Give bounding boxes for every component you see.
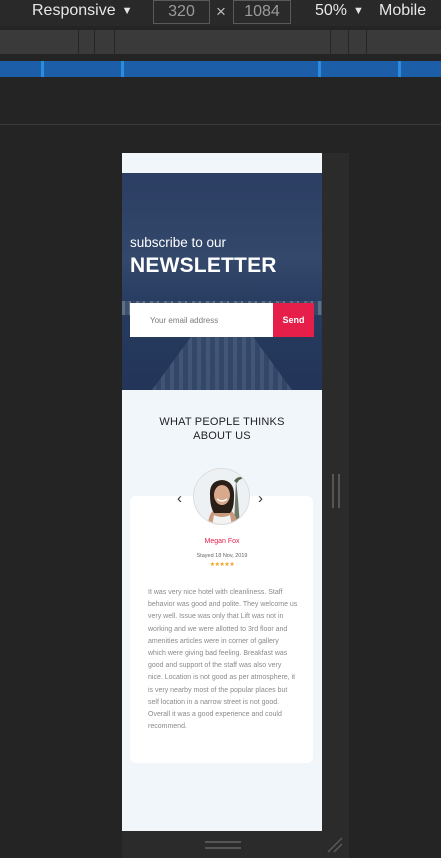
- stay-date: Stayed 18 Nov, 2019: [196, 553, 248, 559]
- media-query-marker[interactable]: [121, 61, 124, 77]
- device-mode-label: Responsive: [32, 2, 116, 19]
- resize-handle-bottom[interactable]: [205, 841, 241, 849]
- avatar: [193, 468, 250, 525]
- device-viewport: subscribe to our NEWSLETTER Send WHAT PE…: [122, 153, 322, 831]
- email-input[interactable]: [130, 303, 274, 337]
- width-input[interactable]: 320: [153, 0, 210, 24]
- ruler-segment: [348, 30, 349, 54]
- ruler-segment: [366, 30, 367, 54]
- chevron-left-icon[interactable]: ‹: [177, 490, 182, 507]
- newsletter-section: subscribe to our NEWSLETTER Send: [122, 173, 322, 390]
- resize-handle-right[interactable]: [332, 474, 340, 508]
- height-input[interactable]: 1084: [233, 0, 291, 24]
- send-button[interactable]: Send: [273, 303, 314, 337]
- ruler-segment: [330, 30, 331, 54]
- times-icon: ×: [216, 2, 226, 21]
- review-text: It was very nice hotel with cleanliness.…: [148, 589, 298, 731]
- newsletter-title: NEWSLETTER: [130, 254, 277, 277]
- zoom-label: 50%: [315, 2, 348, 19]
- ruler-segment: [78, 30, 79, 54]
- media-query-bar[interactable]: [0, 61, 441, 77]
- resize-corner-icon[interactable]: [326, 836, 344, 854]
- throttle-label: Mobile: [379, 2, 427, 19]
- star-rating: ★★★★★: [209, 562, 235, 568]
- reviewer-name: Megan Fox: [204, 538, 240, 545]
- caret-down-icon: ▼: [353, 5, 364, 17]
- testimonials-title: WHAT PEOPLE THINKS ABOUT US: [159, 416, 285, 442]
- chevron-right-icon[interactable]: ›: [258, 490, 263, 507]
- device-mode-dropdown[interactable]: Responsive ▼: [32, 2, 133, 20]
- media-query-marker[interactable]: [318, 61, 321, 77]
- media-query-ruler[interactable]: [0, 30, 441, 54]
- caret-down-icon: ▼: [121, 5, 133, 17]
- ruler-segment: [94, 30, 95, 54]
- throttle-dropdown[interactable]: Mobile: [379, 2, 426, 20]
- divider: [0, 124, 441, 125]
- ruler-segment: [114, 30, 115, 54]
- newsletter-subtitle: subscribe to our: [130, 235, 227, 250]
- media-query-marker[interactable]: [398, 61, 401, 77]
- zoom-dropdown[interactable]: 50% ▼: [315, 2, 364, 20]
- media-query-marker[interactable]: [41, 61, 44, 77]
- device-toolbar: Responsive ▼ 320 × 1084 50% ▼ Mobile: [0, 0, 441, 26]
